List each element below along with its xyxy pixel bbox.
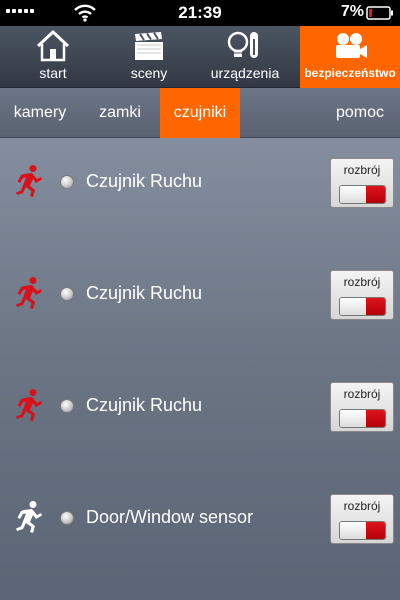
- status-indicator: [60, 287, 74, 301]
- sub-nav: kamery zamki czujniki pomoc: [0, 88, 400, 138]
- disarm-toggle[interactable]: rozbrój: [330, 158, 394, 208]
- disarm-toggle[interactable]: rozbrój: [330, 382, 394, 432]
- nav-label-start: start: [39, 65, 67, 81]
- disarm-toggle[interactable]: rozbrój: [330, 494, 394, 544]
- disarm-switch[interactable]: [339, 297, 386, 316]
- status-indicator: [60, 175, 74, 189]
- status-indicator: [60, 511, 74, 525]
- tab-pomoc[interactable]: pomoc: [328, 88, 392, 138]
- battery-icon: [366, 6, 393, 20]
- camera-icon: [336, 33, 367, 58]
- sensor-row[interactable]: Door/Window sensor rozbrój: [0, 478, 400, 558]
- motion-runner-icon: [16, 389, 42, 421]
- main-nav: start sceny urządzenia bezpieczeństwo: [0, 26, 400, 88]
- nav-label-sceny: sceny: [130, 65, 168, 81]
- sensor-name: Czujnik Ruchu: [86, 395, 203, 415]
- status-bar: 21:39 7%: [0, 0, 400, 26]
- nav-label-urzadzenia: urządzenia: [210, 65, 280, 81]
- disarm-switch[interactable]: [339, 521, 386, 540]
- house-icon: [36, 30, 70, 62]
- motion-runner-icon: [16, 501, 42, 533]
- disarm-label: rozbrój: [343, 163, 381, 177]
- nav-item-urzadzenia[interactable]: urządzenia: [200, 26, 290, 88]
- sensor-name: Czujnik Ruchu: [86, 171, 203, 191]
- nav-item-start[interactable]: start: [8, 26, 98, 88]
- sensor-row[interactable]: Czujnik Ruchu rozbrój: [0, 254, 400, 334]
- disarm-switch[interactable]: [339, 185, 386, 204]
- disarm-toggle[interactable]: rozbrój: [330, 270, 394, 320]
- tab-czujniki[interactable]: czujniki: [160, 88, 240, 138]
- nav-item-bezpieczenstwo[interactable]: bezpieczeństwo: [300, 26, 400, 88]
- nav-label-bezpieczenstwo: bezpieczeństwo: [304, 66, 396, 80]
- motion-runner-icon: [16, 277, 42, 309]
- disarm-label: rozbrój: [343, 275, 381, 289]
- sensor-row[interactable]: Czujnik Ruchu rozbrój: [0, 366, 400, 446]
- disarm-label: rozbrój: [343, 499, 381, 513]
- status-indicator: [60, 399, 74, 413]
- sensor-row[interactable]: Czujnik Ruchu rozbrój: [0, 142, 400, 222]
- app-screen: 21:39 7% start sceny urządzenia bezpiecz…: [0, 0, 400, 600]
- bulb-thermometer-icon: [227, 31, 258, 58]
- sensor-list: Czujnik Ruchu rozbrój Czujnik Ruchu rozb…: [0, 138, 400, 600]
- disarm-label: rozbrój: [343, 387, 381, 401]
- sensor-name: Czujnik Ruchu: [86, 283, 203, 303]
- tab-kamery[interactable]: kamery: [0, 88, 80, 138]
- battery-percent: 7%: [340, 3, 364, 20]
- disarm-switch[interactable]: [339, 409, 386, 428]
- tab-zamki[interactable]: zamki: [88, 88, 152, 138]
- clapperboard-icon: [135, 32, 163, 60]
- sensor-name: Door/Window sensor: [86, 507, 254, 527]
- nav-item-sceny[interactable]: sceny: [104, 26, 194, 88]
- motion-runner-icon: [16, 165, 42, 197]
